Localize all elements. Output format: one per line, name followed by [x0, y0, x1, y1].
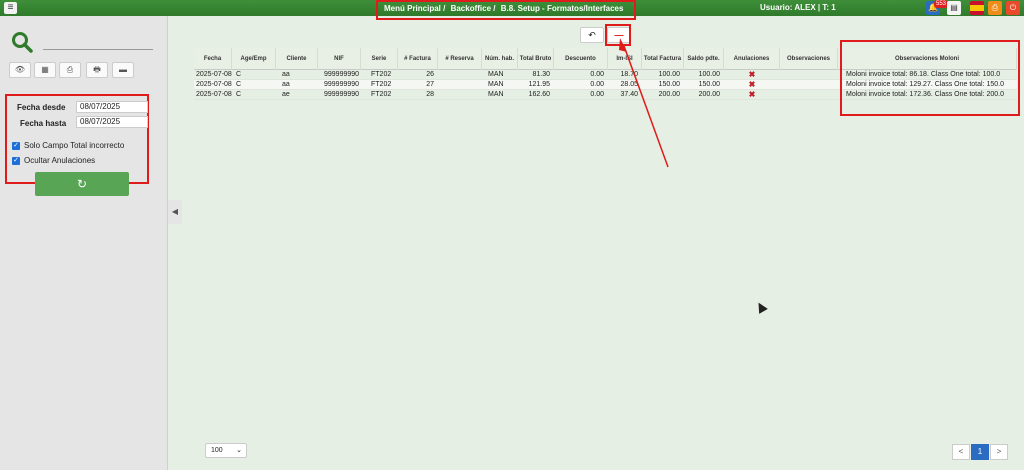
next-page-button[interactable]: >: [990, 444, 1008, 460]
annotation-arrow: [619, 38, 669, 168]
chevron-down-icon: ⌄: [236, 447, 242, 454]
page-size-select[interactable]: 100 ⌄: [205, 443, 247, 458]
page-1-button[interactable]: 1: [971, 444, 989, 460]
page-size-value: 100: [211, 447, 223, 454]
prev-page-button[interactable]: <: [952, 444, 970, 460]
